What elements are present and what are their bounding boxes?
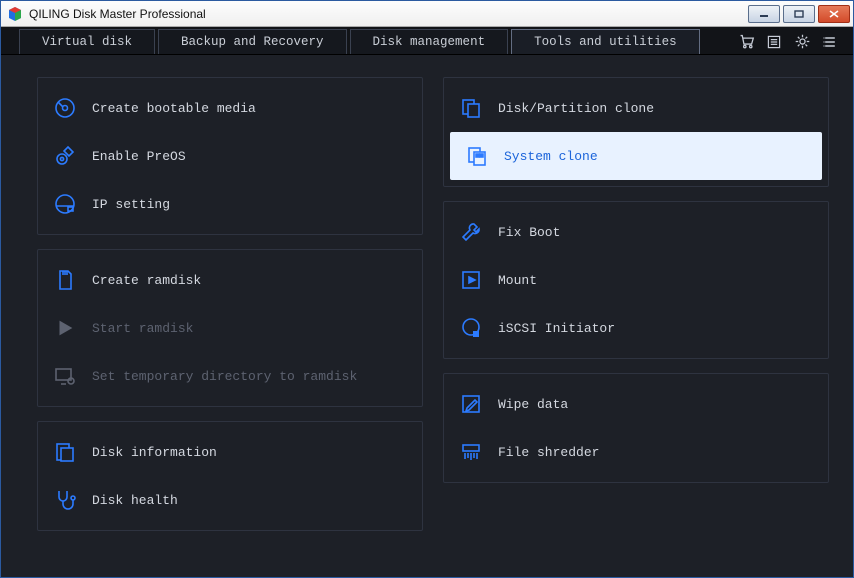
left-column: Create bootable media Enable PreOS IP se… (37, 77, 423, 559)
mount-item[interactable]: Mount (444, 256, 828, 304)
panel-boot-tools: Create bootable media Enable PreOS IP se… (37, 77, 423, 235)
item-label: Create ramdisk (92, 273, 201, 288)
item-label: iSCSI Initiator (498, 321, 615, 336)
item-label: Wipe data (498, 397, 568, 412)
disk-partition-clone-item[interactable]: Disk/Partition clone (444, 84, 828, 132)
monitor-gear-icon (52, 363, 78, 389)
maximize-button[interactable] (783, 5, 815, 23)
enable-preos-item[interactable]: Enable PreOS (38, 132, 422, 180)
tab-backup-recovery[interactable]: Backup and Recovery (158, 29, 347, 54)
panel-fix-mount: Fix Boot Mount iSCSI Initiator (443, 201, 829, 359)
mount-play-icon (458, 267, 484, 293)
system-clone-icon (464, 143, 490, 169)
item-label: Disk health (92, 493, 178, 508)
content-area: Create bootable media Enable PreOS IP se… (1, 55, 853, 577)
titlebar: QILING Disk Master Professional (1, 1, 853, 27)
item-label: Fix Boot (498, 225, 560, 240)
wrench-icon (458, 219, 484, 245)
play-icon (52, 315, 78, 341)
item-label: Disk information (92, 445, 217, 460)
monitor-icon (52, 191, 78, 217)
topbar: Virtual disk Backup and Recovery Disk ma… (1, 27, 853, 55)
tab-virtual-disk[interactable]: Virtual disk (19, 29, 155, 54)
tab-tools-utilities[interactable]: Tools and utilities (511, 29, 700, 54)
create-bootable-media-item[interactable]: Create bootable media (38, 84, 422, 132)
item-label: IP setting (92, 197, 170, 212)
file-shredder-item[interactable]: File shredder (444, 428, 828, 476)
tab-disk-management[interactable]: Disk management (350, 29, 509, 54)
gear-icon[interactable] (793, 33, 811, 51)
shredder-icon (458, 439, 484, 465)
iscsi-initiator-item[interactable]: iSCSI Initiator (444, 304, 828, 352)
item-label: Enable PreOS (92, 149, 186, 164)
menu-icon[interactable] (821, 33, 839, 51)
disk-info-icon (52, 439, 78, 465)
app-logo-icon (7, 6, 23, 22)
panel-disk-smart: Disk information Disk health (37, 421, 423, 531)
right-column: Disk/Partition clone System clone Fix Bo… (443, 77, 829, 559)
disk-health-item[interactable]: Disk health (38, 476, 422, 524)
minimize-button[interactable] (748, 5, 780, 23)
item-label: System clone (504, 149, 598, 164)
stethoscope-icon (52, 487, 78, 513)
fix-boot-item[interactable]: Fix Boot (444, 208, 828, 256)
iscsi-icon (458, 315, 484, 341)
start-ramdisk-item[interactable]: Start ramdisk (38, 304, 422, 352)
gear-wrench-icon (52, 143, 78, 169)
item-label: Create bootable media (92, 101, 256, 116)
panel-wipe: Wipe data File shredder (443, 373, 829, 483)
item-label: Mount (498, 273, 537, 288)
list-icon[interactable] (765, 33, 783, 51)
toolbar-right (737, 29, 849, 54)
window-title: QILING Disk Master Professional (29, 7, 206, 21)
set-temp-dir-item[interactable]: Set temporary directory to ramdisk (38, 352, 422, 400)
clone-icon (458, 95, 484, 121)
create-ramdisk-item[interactable]: Create ramdisk (38, 256, 422, 304)
sdcard-icon (52, 267, 78, 293)
item-label: Disk/Partition clone (498, 101, 654, 116)
app-window: QILING Disk Master Professional Virtual … (0, 0, 854, 578)
item-label: Set temporary directory to ramdisk (92, 369, 357, 384)
panel-ramdisk: Create ramdisk Start ramdisk Set tempora… (37, 249, 423, 407)
system-clone-item[interactable]: System clone (450, 132, 822, 180)
item-label: Start ramdisk (92, 321, 193, 336)
panel-clone: Disk/Partition clone System clone (443, 77, 829, 187)
disk-information-item[interactable]: Disk information (38, 428, 422, 476)
item-label: File shredder (498, 445, 599, 460)
edit-icon (458, 391, 484, 417)
close-button[interactable] (818, 5, 850, 23)
ip-setting-item[interactable]: IP setting (38, 180, 422, 228)
disc-icon (52, 95, 78, 121)
cart-icon[interactable] (737, 33, 755, 51)
wipe-data-item[interactable]: Wipe data (444, 380, 828, 428)
